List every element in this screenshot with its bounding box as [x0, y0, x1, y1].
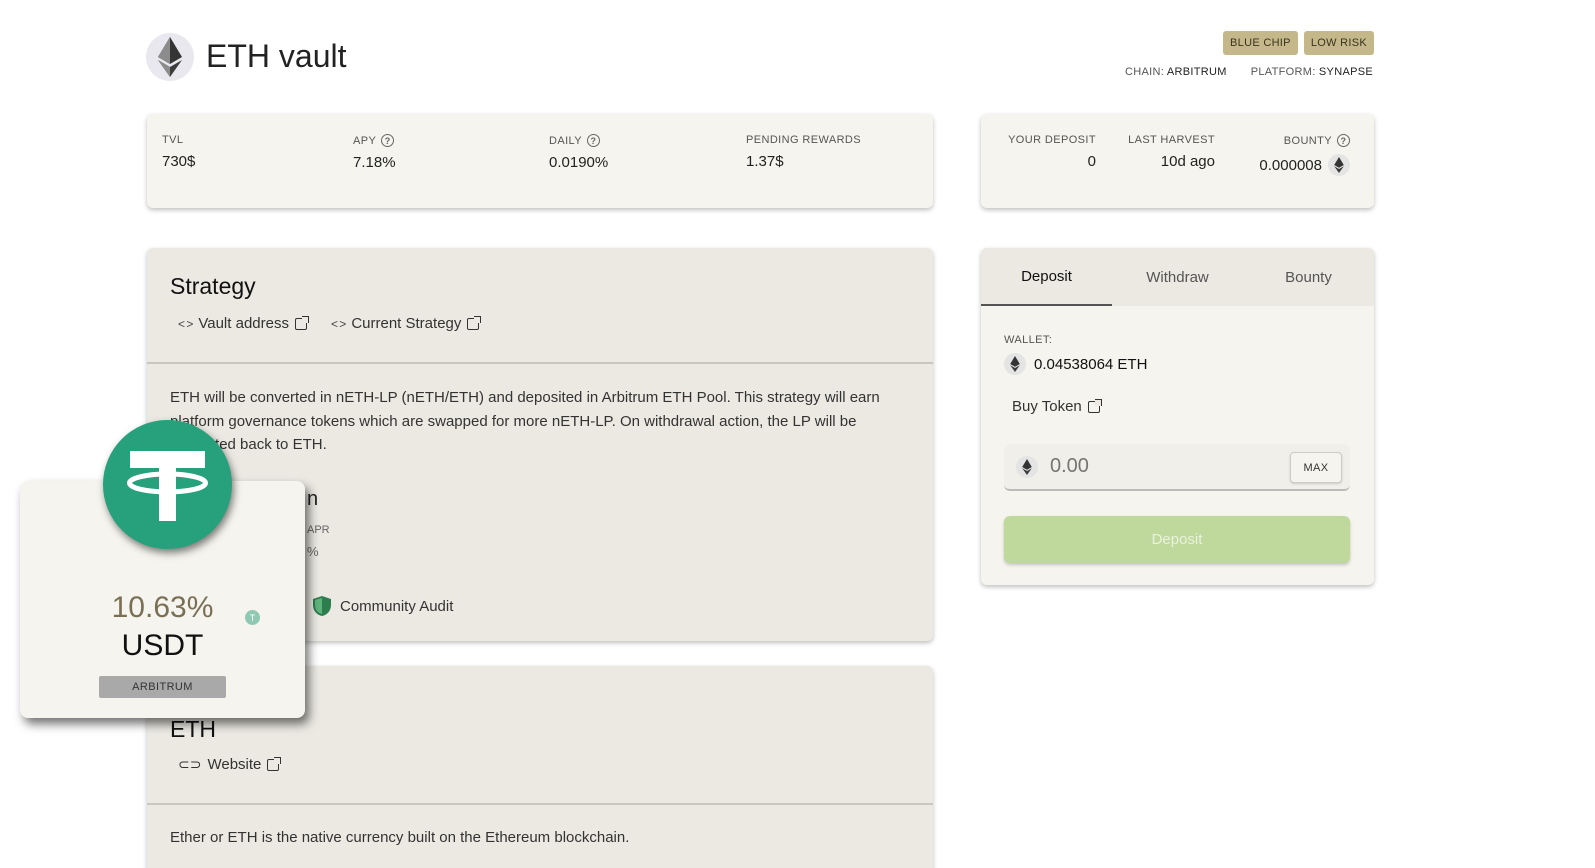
vault-stats-card: TVL 730$ APY? 7.18% DAILY? 0.0190% PENDI…: [147, 114, 933, 208]
platform-value: SYNAPSE: [1318, 66, 1373, 78]
code-icon: < >: [178, 316, 193, 331]
token-description: Ether or ETH is the native currency buil…: [170, 829, 630, 846]
bounty-label: BOUNTY: [1283, 134, 1332, 147]
stat-bounty: BOUNTY? 0.000008: [1259, 134, 1350, 176]
external-link-icon: [294, 315, 309, 330]
last-harvest-label: LAST HARVEST: [1128, 134, 1215, 146]
token-title: ETH: [170, 716, 216, 742]
risk-heading-partial: n: [307, 488, 319, 510]
apy-value: 7.18%: [353, 154, 396, 171]
divider: [147, 803, 933, 805]
help-icon[interactable]: ?: [1337, 134, 1350, 147]
eth-icon: [1016, 455, 1038, 478]
website-label: Website: [207, 756, 262, 773]
action-tabs: Deposit Withdraw Bounty: [981, 248, 1374, 306]
page-title: ETH vault: [206, 38, 347, 74]
strategy-links: < > Vault address < > Current Strategy: [178, 315, 482, 332]
strategy-description: ETH will be converted in nETH-LP (nETH/E…: [170, 389, 880, 453]
eth-icon: [1004, 353, 1026, 375]
eth-logo-icon: [146, 33, 194, 81]
stat-pending-rewards: PENDING REWARDS 1.37$: [746, 134, 861, 170]
vault-address-link[interactable]: < > Vault address: [178, 315, 309, 332]
promo-chain-badge: ARBITRUM: [99, 676, 226, 698]
daily-value: 0.0190%: [549, 154, 609, 171]
link-icon: ⊂⊃: [178, 756, 202, 772]
chain-platform-info: CHAIN: ARBITRUM PLATFORM: SYNAPSE: [1125, 66, 1373, 78]
your-deposit-label: YOUR DEPOSIT: [1008, 134, 1096, 146]
stat-last-harvest: LAST HARVEST 10d ago: [1128, 134, 1215, 170]
deposit-withdraw-panel: Deposit Withdraw Bounty WALLET: 0.045380…: [981, 248, 1374, 585]
community-audit-link[interactable]: Community Audit: [312, 595, 453, 617]
pending-rewards-label: PENDING REWARDS: [746, 134, 861, 146]
tvl-label: TVL: [162, 134, 184, 146]
daily-label: DAILY: [549, 134, 582, 147]
badge-blue-chip: BLUE CHIP: [1223, 31, 1298, 55]
community-audit-label: Community Audit: [340, 597, 454, 615]
tether-small-icon: T: [245, 610, 260, 625]
website-link[interactable]: ⊂⊃ Website: [178, 756, 282, 773]
amount-field: MAX: [1004, 444, 1350, 491]
tab-bounty[interactable]: Bounty: [1243, 248, 1374, 306]
chain-value: ARBITRUM: [1166, 66, 1227, 78]
apy-label: APY: [353, 134, 377, 147]
platform-info: PLATFORM: SYNAPSE: [1250, 66, 1373, 78]
apr-value-partial: %: [307, 544, 319, 559]
stat-your-deposit: YOUR DEPOSIT 0: [1008, 134, 1096, 170]
bounty-value: 0.000008: [1259, 156, 1322, 174]
external-link-icon: [1087, 398, 1102, 413]
stat-tvl: TVL 730$: [162, 134, 195, 170]
buy-token-link[interactable]: Buy Token: [1012, 398, 1102, 415]
help-icon[interactable]: ?: [586, 134, 600, 147]
external-link-icon: [267, 756, 282, 771]
tether-logo-icon: [103, 420, 232, 549]
max-button[interactable]: MAX: [1290, 452, 1342, 483]
current-strategy-link[interactable]: < > Current Strategy: [330, 315, 482, 332]
external-link-icon: [467, 315, 482, 330]
current-strategy-label: Current Strategy: [351, 315, 462, 332]
badge-low-risk: LOW RISK: [1303, 31, 1374, 55]
wallet-label: WALLET:: [1004, 334, 1053, 346]
amount-input[interactable]: [1050, 455, 1270, 478]
shield-icon: [313, 596, 331, 616]
vault-address-label: Vault address: [198, 315, 289, 332]
badge-group: BLUE CHIP LOW RISK: [1223, 31, 1374, 55]
your-deposit-value: 0: [1087, 153, 1096, 170]
divider: [147, 362, 933, 364]
code-icon: < >: [330, 316, 346, 331]
user-stats-card: YOUR DEPOSIT 0 LAST HARVEST 10d ago BOUN…: [981, 114, 1374, 208]
deposit-button[interactable]: Deposit: [1004, 516, 1350, 563]
tab-deposit[interactable]: Deposit: [981, 248, 1112, 306]
strategy-title: Strategy: [170, 273, 256, 299]
last-harvest-value: 10d ago: [1160, 153, 1215, 170]
buy-token-label: Buy Token: [1012, 398, 1082, 415]
tvl-value: 730$: [162, 153, 196, 170]
promo-symbol: USDT: [121, 629, 204, 662]
stat-apy: APY? 7.18%: [353, 134, 396, 171]
wallet-balance: 0.04538064 ETH: [1004, 353, 1147, 375]
pending-rewards-value: 1.37$: [746, 153, 784, 170]
wallet-balance-value: 0.04538064 ETH: [1034, 355, 1148, 373]
promo-rate: 10.63%: [111, 591, 214, 624]
stat-daily: DAILY? 0.0190%: [549, 134, 608, 171]
eth-icon: [1328, 154, 1350, 176]
tab-withdraw[interactable]: Withdraw: [1112, 248, 1243, 306]
help-icon[interactable]: ?: [381, 134, 395, 147]
chain-info: CHAIN: ARBITRUM: [1125, 66, 1227, 78]
apr-label: APR: [307, 524, 330, 536]
